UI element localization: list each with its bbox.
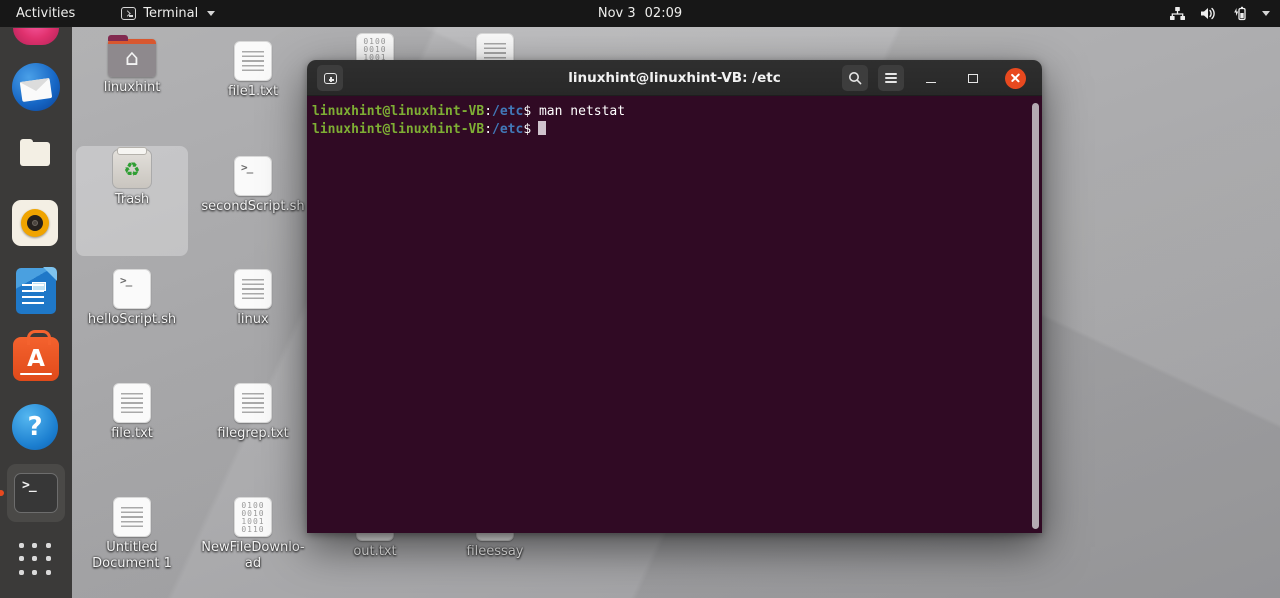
top-bar: Activities Terminal Nov 3 02:09 bbox=[0, 0, 1280, 27]
terminal-icon: >_ bbox=[14, 473, 58, 513]
focused-app-menu[interactable]: Terminal bbox=[121, 6, 216, 21]
new-tab-icon bbox=[323, 72, 337, 84]
dock-item-terminal[interactable]: >_ bbox=[0, 464, 72, 522]
maximize-button[interactable] bbox=[960, 65, 986, 91]
search-button[interactable] bbox=[842, 65, 868, 91]
chevron-down-icon bbox=[1262, 11, 1270, 16]
script-file-icon: >_ bbox=[234, 156, 272, 196]
dock-item-ubuntu-software[interactable]: A bbox=[0, 330, 72, 383]
script-file-icon: >_ bbox=[113, 269, 151, 309]
desktop-icon-label: fileessay bbox=[466, 544, 524, 559]
command-text: man netstat bbox=[531, 104, 626, 119]
text-file-icon bbox=[234, 41, 272, 81]
menu-button[interactable] bbox=[878, 65, 904, 91]
new-tab-button[interactable] bbox=[317, 65, 343, 91]
terminal-scrollbar[interactable] bbox=[1032, 103, 1039, 529]
chevron-down-icon bbox=[207, 11, 216, 16]
desktop-icon-label: Untitled Document 1 bbox=[92, 540, 172, 571]
terminal-app-icon bbox=[121, 7, 137, 20]
text-file-icon bbox=[234, 269, 272, 309]
terminal-cursor bbox=[538, 120, 547, 135]
home-folder-icon: ⌂ bbox=[108, 35, 156, 77]
desktop-icon-file1[interactable]: file1.txt bbox=[197, 38, 309, 100]
desktop-icon-label: Trash bbox=[114, 192, 150, 207]
battery-charging-icon bbox=[1234, 6, 1246, 21]
libreoffice-writer-icon bbox=[16, 268, 56, 314]
terminal-content[interactable]: linuxhint@linuxhint-VB:/etc$ man netstat… bbox=[307, 96, 1042, 533]
clock-date: Nov 3 bbox=[597, 6, 636, 21]
desktop-icon-filetxt[interactable]: file.txt bbox=[76, 380, 188, 442]
dock-item-files[interactable] bbox=[0, 131, 72, 179]
clock[interactable]: Nov 3 02:09 bbox=[598, 6, 682, 21]
app-grid-icon bbox=[19, 543, 53, 577]
dock-item-show-applications[interactable] bbox=[0, 543, 72, 577]
running-indicator-dot bbox=[0, 490, 4, 496]
dock-item-rhythmbox[interactable] bbox=[0, 199, 72, 247]
dock: A ? >_ bbox=[0, 27, 72, 598]
dock-item-help[interactable]: ? bbox=[0, 403, 72, 451]
minimize-icon bbox=[926, 81, 936, 84]
desktop-icon-label: out.txt bbox=[353, 544, 397, 559]
firefox-icon bbox=[13, 28, 59, 45]
text-file-icon bbox=[113, 383, 151, 423]
minimize-button[interactable] bbox=[918, 65, 944, 91]
trash-icon: ♻ bbox=[112, 147, 152, 189]
volume-icon bbox=[1201, 7, 1215, 20]
desktop-icon-label: file.txt bbox=[111, 426, 153, 441]
desktop-icon-label: linuxhint bbox=[103, 80, 161, 95]
clock-time: 02:09 bbox=[644, 6, 683, 21]
network-wired-icon bbox=[1170, 7, 1185, 20]
close-button[interactable] bbox=[1002, 65, 1028, 91]
hamburger-menu-icon bbox=[885, 73, 897, 83]
desktop-icon-label: NewFileDownlo- ad bbox=[201, 540, 305, 571]
system-tray[interactable] bbox=[1169, 6, 1270, 21]
terminal-line: linuxhint@linuxhint-VB:/etc$ man netstat bbox=[312, 104, 626, 119]
window-title: linuxhint@linuxhint-VB: /etc bbox=[568, 69, 781, 86]
dock-item-libreoffice-writer[interactable] bbox=[0, 267, 72, 315]
rhythmbox-icon bbox=[12, 200, 58, 246]
activities-button[interactable]: Activities bbox=[0, 0, 91, 27]
text-file-icon bbox=[113, 497, 151, 537]
desktop-icon-helloscript[interactable]: >_ helloScript.sh bbox=[76, 266, 188, 328]
terminal-active-highlight: >_ bbox=[0, 464, 65, 522]
focused-app-label: Terminal bbox=[143, 6, 199, 21]
dock-item-thunderbird[interactable] bbox=[0, 63, 72, 111]
maximize-icon bbox=[968, 73, 978, 83]
desktop-icon-label: helloScript.sh bbox=[87, 312, 177, 327]
desktop-icon-label: filegrep.txt bbox=[217, 426, 289, 441]
desktop-icon-label: secondScript.sh bbox=[201, 199, 305, 214]
close-icon bbox=[1004, 67, 1026, 89]
desktop-icon-linux[interactable]: linux bbox=[197, 266, 309, 328]
binary-file-icon: 0100 0010 1001 0110 bbox=[234, 497, 272, 537]
help-icon: ? bbox=[12, 404, 58, 450]
thunderbird-icon bbox=[12, 63, 60, 111]
desktop-icon-linuxhint[interactable]: ⌂ linuxhint bbox=[76, 35, 188, 96]
desktop-icon-trash[interactable]: ♻ Trash bbox=[76, 146, 188, 256]
desktop-icon-secondscript[interactable]: >_ secondScript.sh bbox=[197, 153, 309, 215]
desktop-icon-untitled-document[interactable]: Untitled Document 1 bbox=[76, 494, 188, 572]
terminal-line: linuxhint@linuxhint-VB:/etc$ bbox=[312, 120, 1028, 139]
ubuntu-software-icon: A bbox=[13, 330, 59, 381]
terminal-window: linuxhint@linuxhint-VB: /etc linuxhint@l… bbox=[307, 60, 1042, 533]
terminal-titlebar[interactable]: linuxhint@linuxhint-VB: /etc bbox=[307, 60, 1042, 96]
desktop-icon-label: file1.txt bbox=[227, 84, 279, 99]
search-icon bbox=[849, 72, 862, 85]
text-file-icon bbox=[234, 383, 272, 423]
desktop-icon-filegrep[interactable]: filegrep.txt bbox=[197, 380, 309, 442]
desktop-icon-label: linux bbox=[237, 312, 269, 327]
desktop-icon-newfiledownload[interactable]: 0100 0010 1001 0110 NewFileDownlo- ad bbox=[197, 494, 309, 572]
